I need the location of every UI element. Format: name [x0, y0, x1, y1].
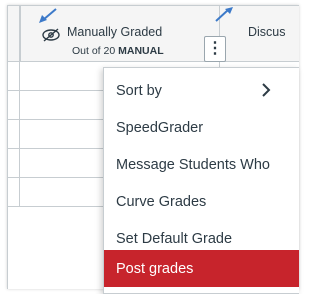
annotation-arrow-icon — [215, 7, 233, 22]
menu-item-label: Post grades — [116, 260, 194, 277]
menu-item-post-grades[interactable]: Post grades — [104, 250, 299, 287]
grade-cell[interactable] — [8, 178, 20, 206]
chevron-right-icon — [262, 83, 271, 97]
menu-item-label: SpeedGrader — [116, 119, 204, 136]
column-subtitle: Out of 20 MANUAL — [72, 45, 164, 57]
hidden-eye-icon — [42, 28, 60, 42]
previous-column-header[interactable] — [8, 6, 20, 61]
column-title: Manually Graded — [67, 25, 163, 39]
menu-item-sort-by[interactable]: Sort by — [104, 72, 299, 109]
column-grade-type: MANUAL — [118, 45, 164, 57]
menu-item-label: Sort by — [116, 82, 162, 99]
menu-item-label: Curve Grades — [116, 193, 207, 210]
grade-cell[interactable] — [8, 62, 20, 90]
menu-item-speedgrader[interactable]: SpeedGrader — [104, 109, 299, 146]
menu-item-label: Set Default Grade — [116, 230, 233, 247]
column-options-menu: Sort by SpeedGrader Message Students Who… — [103, 67, 299, 294]
column-points: Out of 20 — [72, 45, 116, 57]
menu-item-message-students[interactable]: Message Students Who — [104, 146, 299, 183]
grade-cell[interactable] — [8, 91, 20, 119]
grade-cell[interactable] — [8, 149, 20, 177]
menu-item-label: Message Students Who — [116, 156, 270, 173]
grade-cell[interactable] — [8, 120, 20, 148]
annotation-arrow-icon — [39, 8, 57, 23]
next-column-title: Discus — [248, 25, 286, 39]
menu-item-curve-grades[interactable]: Curve Grades — [104, 183, 299, 220]
